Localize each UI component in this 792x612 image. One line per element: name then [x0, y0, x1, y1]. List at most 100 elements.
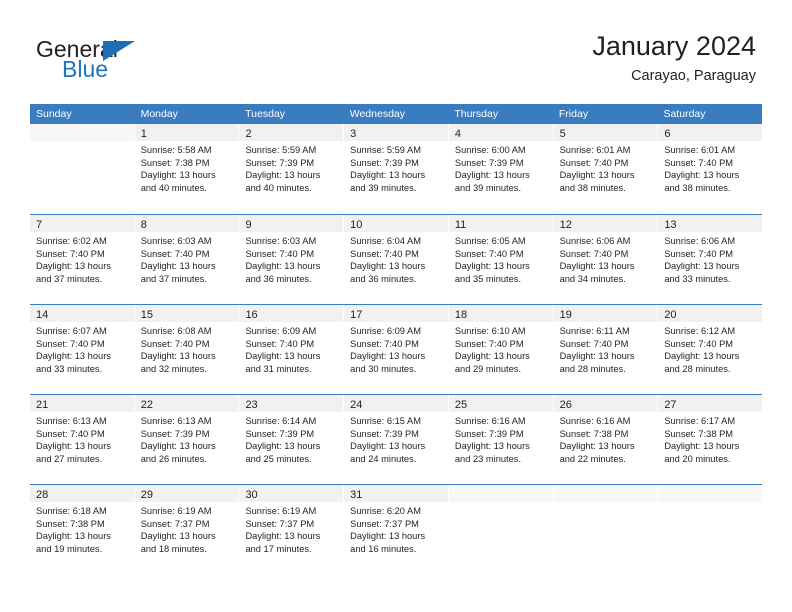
sunset-text: Sunset: 7:39 PM	[245, 428, 315, 439]
day-cell[interactable]: 2 Sunrise: 5:59 AM Sunset: 7:39 PM Dayli…	[239, 124, 345, 214]
sunset-text: Sunset: 7:37 PM	[245, 518, 315, 529]
daylight-text-line1: Daylight: 13 hours	[559, 441, 635, 452]
day-cell[interactable]: 28 Sunrise: 6:18 AM Sunset: 7:38 PM Dayl…	[30, 485, 135, 574]
day-number-bar: 26	[553, 395, 658, 412]
day-details: Sunrise: 6:11 AM Sunset: 7:40 PM Dayligh…	[554, 322, 658, 375]
sunset-text: Sunset: 7:37 PM	[140, 518, 210, 529]
day-cell[interactable]: 10 Sunrise: 6:04 AM Sunset: 7:40 PM Dayl…	[344, 215, 449, 304]
day-number: 10	[350, 219, 363, 231]
sunset-text: Sunset: 7:40 PM	[559, 248, 629, 259]
day-cell[interactable]: 16 Sunrise: 6:09 AM Sunset: 7:40 PM Dayl…	[239, 305, 345, 394]
day-cell[interactable]: 6 Sunrise: 6:01 AM Sunset: 7:40 PM Dayli…	[658, 124, 763, 214]
daylight-text-line1: Daylight: 13 hours	[245, 441, 321, 452]
day-number-bar: 16	[239, 305, 344, 322]
day-number-bar: 27	[658, 395, 763, 412]
sunrise-text: Sunrise: 6:01 AM	[664, 145, 736, 155]
day-cell[interactable]: 18 Sunrise: 6:10 AM Sunset: 7:40 PM Dayl…	[448, 305, 554, 394]
brand-logo[interactable]: General Blue	[36, 36, 216, 86]
day-number-bar: 19	[553, 305, 658, 322]
daylight-text-line1: Daylight: 13 hours	[350, 531, 426, 542]
day-cell[interactable]: 24 Sunrise: 6:15 AM Sunset: 7:39 PM Dayl…	[344, 395, 449, 484]
sunset-text: Sunset: 7:38 PM	[36, 518, 105, 529]
sunrise-text: Sunrise: 6:06 AM	[664, 236, 736, 246]
daylight-text-line2: and 19 minutes.	[36, 543, 103, 554]
day-cell[interactable]: 4 Sunrise: 6:00 AM Sunset: 7:39 PM Dayli…	[448, 124, 554, 214]
day-cell[interactable]: 12 Sunrise: 6:06 AM Sunset: 7:40 PM Dayl…	[553, 215, 659, 304]
day-cell[interactable]: 5 Sunrise: 6:01 AM Sunset: 7:40 PM Dayli…	[553, 124, 659, 214]
sunrise-text: Sunrise: 5:59 AM	[350, 145, 421, 155]
day-cell[interactable]: 26 Sunrise: 6:16 AM Sunset: 7:38 PM Dayl…	[553, 395, 659, 484]
weekday-header-thursday: Thursday	[454, 108, 499, 120]
page-title: January 2024	[592, 31, 756, 61]
day-number: 8	[140, 219, 147, 231]
sunrise-text: Sunrise: 6:06 AM	[559, 236, 631, 246]
daylight-text-line2: and 32 minutes.	[140, 363, 207, 374]
calendar-week-row: 14 Sunrise: 6:07 AM Sunset: 7:40 PM Dayl…	[30, 304, 763, 394]
day-cell[interactable]: 7 Sunrise: 6:02 AM Sunset: 7:40 PM Dayli…	[30, 215, 135, 304]
day-cell[interactable]: 23 Sunrise: 6:14 AM Sunset: 7:39 PM Dayl…	[239, 395, 345, 484]
day-details: Sunrise: 6:08 AM Sunset: 7:40 PM Dayligh…	[135, 322, 239, 375]
daylight-text-line1: Daylight: 13 hours	[454, 170, 530, 181]
day-number-bar: 13	[658, 215, 763, 232]
day-cell[interactable]: 8 Sunrise: 6:03 AM Sunset: 7:40 PM Dayli…	[134, 215, 240, 304]
day-number: 6	[664, 128, 671, 140]
daylight-text-line1: Daylight: 13 hours	[454, 261, 530, 272]
sunset-text: Sunset: 7:38 PM	[559, 428, 629, 439]
day-cell[interactable]: 21 Sunrise: 6:13 AM Sunset: 7:40 PM Dayl…	[30, 395, 135, 484]
sunrise-text: Sunrise: 6:00 AM	[454, 145, 526, 155]
day-cell[interactable]: 15 Sunrise: 6:08 AM Sunset: 7:40 PM Dayl…	[134, 305, 240, 394]
sunrise-text: Sunrise: 6:11 AM	[559, 326, 630, 336]
day-cell[interactable]: 20 Sunrise: 6:12 AM Sunset: 7:40 PM Dayl…	[658, 305, 763, 394]
day-number-bar: 18	[448, 305, 553, 322]
day-number-bar: 20	[658, 305, 763, 322]
day-cell[interactable]: 30 Sunrise: 6:19 AM Sunset: 7:37 PM Dayl…	[239, 485, 345, 574]
day-number-bar: 6	[658, 124, 763, 141]
day-cell[interactable]: 27 Sunrise: 6:17 AM Sunset: 7:38 PM Dayl…	[658, 395, 763, 484]
daylight-text-line2: and 37 minutes.	[140, 273, 207, 284]
daylight-text-line2: and 29 minutes.	[454, 363, 522, 374]
weekday-header-sunday: Sunday	[36, 108, 72, 120]
day-details: Sunrise: 6:17 AM Sunset: 7:38 PM Dayligh…	[658, 412, 762, 465]
day-number-bar: 15	[134, 305, 239, 322]
day-cell[interactable]: 25 Sunrise: 6:16 AM Sunset: 7:39 PM Dayl…	[448, 395, 554, 484]
day-number: 22	[140, 399, 153, 411]
daylight-text-line1: Daylight: 13 hours	[454, 441, 530, 452]
day-number: 17	[350, 309, 363, 321]
day-cell[interactable]: 9 Sunrise: 6:03 AM Sunset: 7:40 PM Dayli…	[239, 215, 345, 304]
sunset-text: Sunset: 7:39 PM	[350, 428, 419, 439]
day-number: 30	[245, 489, 258, 501]
day-details: Sunrise: 6:16 AM Sunset: 7:39 PM Dayligh…	[449, 412, 553, 465]
weekday-header-row: Sunday Monday Tuesday Wednesday Thursday…	[30, 104, 762, 124]
daylight-text-line1: Daylight: 13 hours	[140, 261, 216, 272]
day-cell[interactable]: 22 Sunrise: 6:13 AM Sunset: 7:39 PM Dayl…	[134, 395, 240, 484]
day-details: Sunrise: 6:19 AM Sunset: 7:37 PM Dayligh…	[135, 502, 239, 555]
day-number-bar: 5	[553, 124, 658, 141]
day-cell[interactable]: 17 Sunrise: 6:09 AM Sunset: 7:40 PM Dayl…	[344, 305, 449, 394]
day-cell[interactable]: 11 Sunrise: 6:05 AM Sunset: 7:40 PM Dayl…	[448, 215, 554, 304]
day-number: 24	[350, 399, 363, 411]
daylight-text-line2: and 26 minutes.	[140, 453, 207, 464]
day-cell[interactable]: 3 Sunrise: 5:59 AM Sunset: 7:39 PM Dayli…	[344, 124, 449, 214]
sunset-text: Sunset: 7:40 PM	[350, 248, 419, 259]
day-number-bar: 3	[344, 124, 448, 141]
day-cell[interactable]: 1 Sunrise: 5:58 AM Sunset: 7:38 PM Dayli…	[134, 124, 240, 214]
sunset-text: Sunset: 7:40 PM	[140, 248, 210, 259]
sunrise-text: Sunrise: 6:10 AM	[454, 326, 526, 336]
day-cell[interactable]: 13 Sunrise: 6:06 AM Sunset: 7:40 PM Dayl…	[658, 215, 763, 304]
day-cell[interactable]: 29 Sunrise: 6:19 AM Sunset: 7:37 PM Dayl…	[134, 485, 240, 574]
day-cell[interactable]: 14 Sunrise: 6:07 AM Sunset: 7:40 PM Dayl…	[30, 305, 135, 394]
sunset-text: Sunset: 7:38 PM	[140, 157, 210, 168]
daylight-text-line1: Daylight: 13 hours	[559, 261, 635, 272]
sunrise-text: Sunrise: 6:16 AM	[454, 416, 526, 426]
daylight-text-line1: Daylight: 13 hours	[140, 170, 216, 181]
daylight-text-line1: Daylight: 13 hours	[245, 261, 321, 272]
sunrise-text: Sunrise: 6:07 AM	[36, 326, 107, 336]
day-cell[interactable]: 19 Sunrise: 6:11 AM Sunset: 7:40 PM Dayl…	[553, 305, 659, 394]
day-details: Sunrise: 6:03 AM Sunset: 7:40 PM Dayligh…	[135, 232, 239, 285]
day-details: Sunrise: 6:18 AM Sunset: 7:38 PM Dayligh…	[30, 502, 134, 555]
day-cell[interactable]: 31 Sunrise: 6:20 AM Sunset: 7:37 PM Dayl…	[344, 485, 449, 574]
daylight-text-line2: and 20 minutes.	[664, 453, 731, 464]
day-number: 4	[454, 128, 461, 140]
daylight-text-line2: and 39 minutes.	[454, 182, 522, 193]
daylight-text-line2: and 39 minutes.	[350, 182, 417, 193]
